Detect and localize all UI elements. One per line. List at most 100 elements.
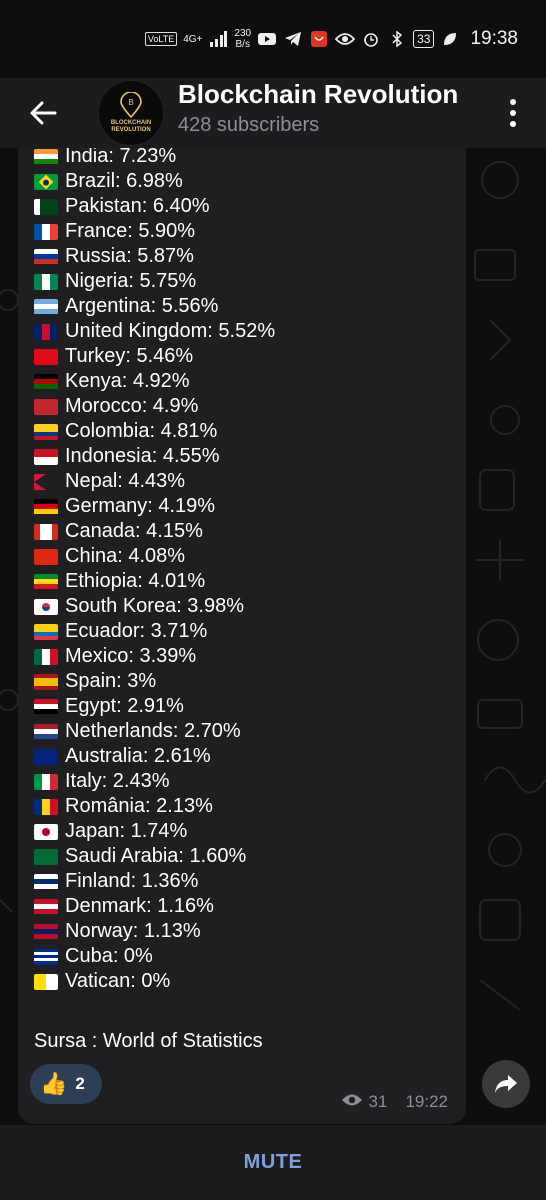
list-item: France: 5.90% [34, 219, 275, 244]
channel-title[interactable]: Blockchain Revolution [178, 79, 458, 110]
flag-icon [34, 748, 58, 765]
list-item: Mexico: 3.39% [34, 644, 275, 669]
country-stat-text: France: 5.90% [65, 220, 196, 242]
country-stat-text: Nepal: 4.43% [65, 470, 186, 492]
svg-text:B: B [128, 98, 133, 107]
alarm-icon [361, 29, 381, 49]
mute-button[interactable]: MUTE [244, 1151, 303, 1174]
flag-icon [34, 973, 58, 990]
country-stat-text: Nigeria: 5.75% [65, 270, 197, 292]
country-stat-text: Vatican: 0% [65, 970, 171, 992]
flag-icon [34, 898, 58, 915]
country-stat-text: Ethiopia: 4.01% [65, 570, 206, 592]
more-options-button[interactable] [498, 92, 528, 134]
back-button[interactable] [22, 92, 64, 134]
share-button[interactable] [482, 1060, 530, 1108]
network-speed-unit: B/s [235, 39, 250, 50]
eye-icon [335, 29, 356, 49]
flag-icon [34, 673, 58, 690]
more-icon-dot [510, 110, 516, 116]
reaction-count: 2 [75, 1074, 85, 1093]
flag-icon [34, 598, 58, 615]
bottom-bar: MUTE [0, 1125, 546, 1200]
flag-icon [34, 723, 58, 740]
flag-icon [34, 873, 58, 890]
list-item: Norway: 1.13% [34, 919, 275, 944]
list-item: Italy: 2.43% [34, 769, 275, 794]
status-time: 19:38 [470, 28, 518, 49]
list-item: Turkey: 5.46% [34, 344, 275, 369]
source-text: Sursa : World of Statistics [34, 1030, 263, 1052]
flag-icon [34, 148, 58, 165]
country-stat-text: Cuba: 0% [65, 945, 153, 967]
country-stat-text: Denmark: 1.16% [65, 895, 214, 917]
flag-icon [34, 423, 58, 440]
country-stat-text: United Kingdom: 5.52% [65, 320, 276, 342]
telegram-icon [283, 29, 303, 49]
list-item: Egypt: 2.91% [34, 694, 275, 719]
flag-icon [34, 498, 58, 515]
signal-icon [208, 29, 228, 49]
message-bubble[interactable]: Thailand: 7.32%India: 7.23%Brazil: 6.98%… [18, 120, 466, 1124]
country-stat-text: Morocco: 4.9% [65, 395, 199, 417]
country-stat-text: Spain: 3% [65, 670, 157, 692]
list-item: Argentina: 5.56% [34, 294, 275, 319]
list-item: Pakistan: 6.40% [34, 194, 275, 219]
list-item: Spain: 3% [34, 669, 275, 694]
list-item: Denmark: 1.16% [34, 894, 275, 919]
country-stat-text: Netherlands: 2.70% [65, 720, 241, 742]
list-item: Vatican: 0% [34, 969, 275, 994]
country-stat-text: Finland: 1.36% [65, 870, 199, 892]
flag-icon [34, 448, 58, 465]
flag-icon [34, 773, 58, 790]
country-stat-text: Colombia: 4.81% [65, 420, 218, 442]
chat-header: B BLOCKCHAIN REVOLUTION Blockchain Revol… [0, 78, 546, 148]
network-speed-value: 230 [234, 28, 252, 39]
flag-icon [34, 648, 58, 665]
list-item: Colombia: 4.81% [34, 419, 275, 444]
ali-app-icon [309, 29, 329, 49]
flag-icon [34, 623, 58, 640]
message-time: 19:22 [405, 1092, 448, 1111]
country-list: Thailand: 7.32%India: 7.23%Brazil: 6.98%… [34, 130, 275, 994]
map-pin-logo-icon: B [120, 92, 142, 118]
list-item: Australia: 2.61% [34, 744, 275, 769]
country-stat-text: Norway: 1.13% [65, 920, 201, 942]
subscriber-count: 428 subscribers [178, 114, 320, 136]
list-item: South Korea: 3.98% [34, 594, 275, 619]
country-stat-text: Turkey: 5.46% [65, 345, 194, 367]
list-item: China: 4.08% [34, 544, 275, 569]
country-stat-text: Brazil: 6.98% [65, 170, 183, 192]
country-stat-text: Indonesia: 4.55% [65, 445, 220, 467]
reaction-chip[interactable]: 👍 2 [30, 1064, 102, 1104]
list-item: Nigeria: 5.75% [34, 269, 275, 294]
country-stat-text: Saudi Arabia: 1.60% [65, 845, 247, 867]
list-item: România: 2.13% [34, 794, 275, 819]
flag-icon [34, 298, 58, 315]
country-stat-text: India: 7.23% [65, 145, 177, 167]
status-bar: VoLTE 4G+ 230 B/s 33 19:38 [0, 0, 546, 78]
battery-indicator: 33 [413, 30, 435, 48]
list-item: Saudi Arabia: 1.60% [34, 844, 275, 869]
avatar-logo-text: BLOCKCHAIN REVOLUTION [110, 120, 152, 133]
forward-icon [495, 1075, 517, 1093]
flag-icon [34, 198, 58, 215]
list-item: Finland: 1.36% [34, 869, 275, 894]
country-stat-text: Argentina: 5.56% [65, 295, 219, 317]
flag-icon [34, 323, 58, 340]
flag-icon [34, 923, 58, 940]
country-stat-text: Mexico: 3.39% [65, 645, 197, 667]
list-item: Japan: 1.74% [34, 819, 275, 844]
flag-icon [34, 698, 58, 715]
thumbs-up-icon: 👍 [40, 1071, 68, 1096]
more-icon-dot [510, 121, 516, 127]
list-item: Netherlands: 2.70% [34, 719, 275, 744]
country-stat-text: Russia: 5.87% [65, 245, 194, 267]
channel-avatar[interactable]: B BLOCKCHAIN REVOLUTION [98, 80, 164, 146]
volte-indicator: VoLTE [144, 32, 178, 46]
country-stat-text: Australia: 2.61% [65, 745, 211, 767]
country-stat-text: China: 4.08% [65, 545, 186, 567]
list-item: United Kingdom: 5.52% [34, 319, 275, 344]
flag-icon [34, 398, 58, 415]
list-item: Kenya: 4.92% [34, 369, 275, 394]
